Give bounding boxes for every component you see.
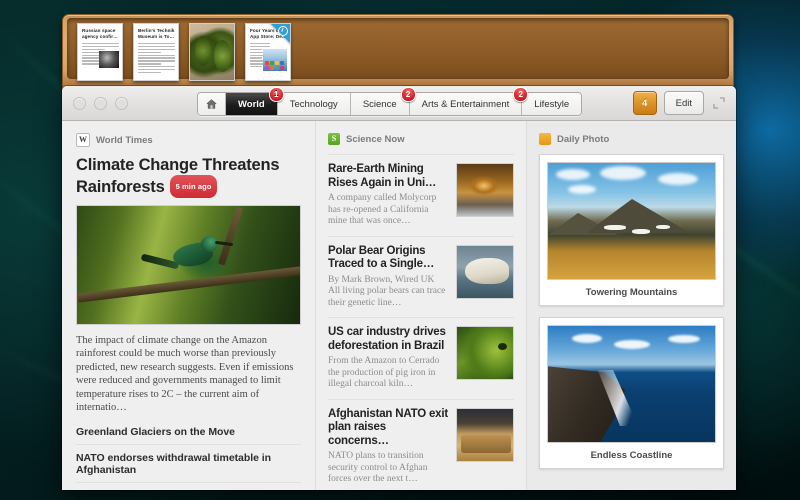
shelf-item-body-lines	[138, 43, 175, 74]
article-text: Afghanistan NATO exit plan raises concer…	[328, 408, 448, 486]
shelf-item-title: Russian space agency confir…	[82, 28, 118, 39]
parrot-photo-thumb	[456, 326, 514, 380]
shelf-item[interactable]: Four Years of App Store: De…	[245, 23, 291, 81]
food-photo-thumb-2	[214, 40, 231, 72]
window-controls	[73, 96, 128, 110]
article-row[interactable]: US car industry drives deforestation in …	[328, 317, 514, 399]
photo-card[interactable]: Endless Coastline	[539, 317, 724, 469]
column-daily-photo: Daily Photo Towering Mountains Endless C…	[527, 121, 736, 490]
edit-button[interactable]: Edit	[663, 91, 704, 115]
tab-label: Arts & Entertainment	[421, 98, 510, 110]
moon-photo-thumb	[99, 51, 119, 68]
news-app-window: World 1 Technology Science 2 Arts & Ente…	[62, 86, 736, 490]
tab-label: World	[238, 98, 265, 110]
category-tab-bar: World 1 Technology Science 2 Arts & Ente…	[197, 87, 583, 116]
polar-bear-photo-thumb	[456, 244, 514, 299]
tab-arts-entertainment[interactable]: Arts & Entertainment 2	[409, 87, 529, 115]
headline-item[interactable]: Thousands Flee as Wildfires Rip Through …	[76, 482, 301, 490]
world-times-icon: W	[76, 133, 90, 147]
tab-badge-count: 2	[400, 87, 416, 102]
article-row[interactable]: Polar Bear Origins Traced to a Single… B…	[328, 235, 514, 318]
article-row[interactable]: Rare-Earth Mining Rises Again in Uni… A …	[328, 154, 514, 236]
shelf-item[interactable]: Berlin's Technik Museum is To…	[133, 23, 179, 81]
article-summary: From the Amazon to Cerrado the productio…	[328, 356, 440, 389]
photo-caption: Towering Mountains	[585, 287, 678, 298]
featured-check-icon	[278, 26, 288, 36]
column-science-now: S Science Now Rare-Earth Mining Rises Ag…	[315, 121, 527, 490]
tab-technology[interactable]: Technology	[277, 93, 351, 115]
window-titlebar: World 1 Technology Science 2 Arts & Ente…	[62, 86, 736, 121]
tab-label: Technology	[289, 98, 338, 110]
source-header-world-times[interactable]: W World Times	[76, 133, 301, 147]
headline-list: Greenland Glaciers on the Move NATO endo…	[76, 424, 301, 490]
headline-item[interactable]: NATO endorses withdrawal timetable in Af…	[76, 444, 301, 482]
article-title: Afghanistan NATO exit plan raises concer…	[328, 407, 448, 447]
tab-science[interactable]: Science 2	[350, 87, 416, 115]
unread-count-button[interactable]: 4	[632, 91, 657, 115]
article-row[interactable]: Afghanistan NATO exit plan raises concer…	[328, 398, 514, 491]
food-photo-thumb	[195, 36, 211, 66]
column-world-times: W World Times Climate Change Threatens R…	[62, 121, 315, 490]
appstore-photo-thumb	[263, 49, 287, 71]
lead-article-summary: The impact of climate change on the Amaz…	[76, 335, 294, 414]
mountain-photo	[547, 162, 716, 280]
source-header-daily-photo[interactable]: Daily Photo	[539, 133, 724, 145]
tank-photo-thumb	[456, 407, 514, 462]
tab-world[interactable]: World 1	[226, 87, 284, 115]
article-title: Rare-Earth Mining Rises Again in Uni…	[328, 163, 437, 189]
tab-lifestyle[interactable]: Lifestyle	[522, 93, 582, 115]
lead-time-badge: 5 min ago	[169, 175, 218, 198]
tab-label: Lifestyle	[534, 98, 570, 110]
article-title: Polar Bear Origins Traced to a Single…	[328, 244, 435, 271]
lead-article-title[interactable]: Climate Change Threatens Rainforests 5 mi…	[76, 156, 301, 198]
coastline-photo	[547, 325, 716, 443]
article-title: US car industry drives deforestation in …	[328, 326, 446, 352]
close-button[interactable]	[73, 96, 86, 110]
home-icon	[206, 99, 217, 109]
tab-badge-count: 1	[268, 87, 284, 102]
headline-item[interactable]: Greenland Glaciers on the Move	[76, 424, 301, 444]
source-name: Science Now	[346, 133, 405, 145]
science-now-icon: S	[328, 133, 340, 145]
lead-article-photo[interactable]	[76, 205, 301, 325]
minimize-button[interactable]	[94, 96, 107, 110]
article-summary: By Mark Brown, Wired UK All living polar…	[328, 274, 446, 308]
tab-badge-count: 2	[513, 87, 529, 102]
daily-photo-icon	[539, 133, 551, 145]
tab-home[interactable]	[198, 93, 226, 115]
shelf-item-list: Russian space agency confir… Berlin's Te…	[77, 23, 291, 81]
saved-articles-shelf: Russian space agency confir… Berlin's Te…	[62, 14, 734, 92]
branch-shape	[217, 206, 244, 266]
source-header-science-now[interactable]: S Science Now	[328, 133, 514, 145]
source-name: World Times	[96, 134, 153, 146]
fullscreen-icon[interactable]	[712, 96, 726, 110]
article-text: US car industry drives deforestation in …	[328, 326, 448, 391]
article-summary: A company called Molycorp has re-opened …	[328, 193, 437, 226]
article-summary: NATO plans to transition security contro…	[328, 451, 428, 484]
shelf-item[interactable]	[189, 23, 235, 81]
source-name: Daily Photo	[557, 133, 610, 145]
zoom-button[interactable]	[115, 96, 128, 110]
photo-card[interactable]: Towering Mountains	[539, 154, 724, 306]
article-text: Polar Bear Origins Traced to a Single… B…	[328, 245, 448, 310]
news-content-area: W World Times Climate Change Threatens R…	[62, 121, 736, 490]
toolbar-right-group: 4 Edit	[632, 91, 726, 115]
mine-photo-thumb	[456, 163, 514, 217]
tab-label: Science	[362, 98, 397, 110]
shelf-item-title: Berlin's Technik Museum is To…	[138, 28, 175, 39]
branch-shape	[77, 266, 300, 303]
article-text: Rare-Earth Mining Rises Again in Uni… A …	[328, 163, 448, 228]
photo-caption: Endless Coastline	[590, 450, 673, 461]
shelf-item[interactable]: Russian space agency confir…	[77, 23, 123, 81]
bird-head-shape	[201, 236, 218, 252]
